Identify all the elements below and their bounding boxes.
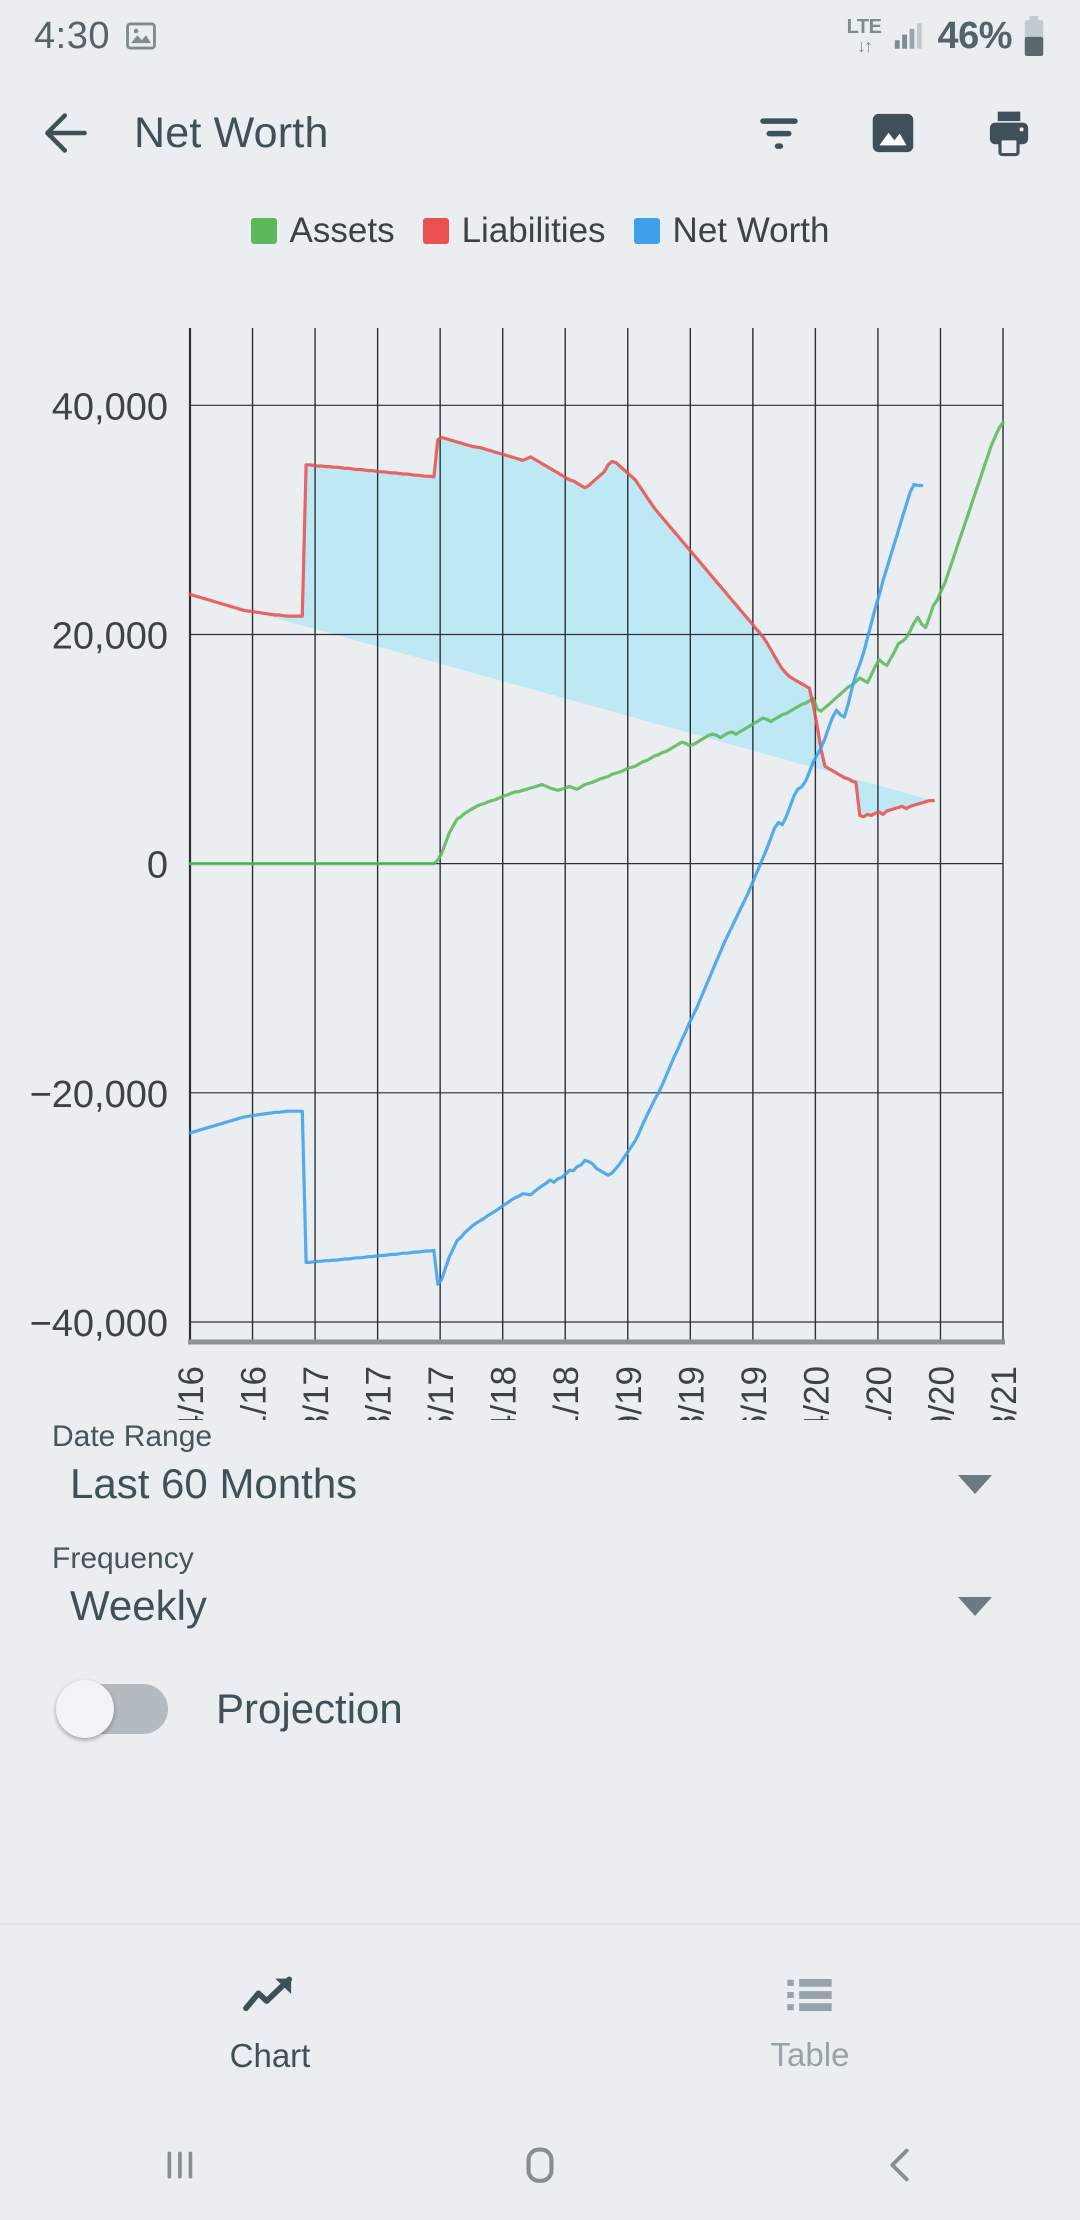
frequency-dropdown[interactable]: Weekly — [52, 1582, 1028, 1630]
svg-text:−40,000: −40,000 — [30, 1303, 168, 1345]
svg-text:1/19/19: 1/19/19 — [610, 1366, 649, 1420]
legend-swatch-net-worth — [633, 218, 660, 244]
recents-icon[interactable] — [0, 2142, 360, 2188]
trending-up-icon — [241, 1971, 299, 2019]
svg-text:3/14/20: 3/14/20 — [797, 1366, 836, 1420]
lte-icon: LTE ↓↑ — [846, 16, 882, 56]
svg-text:12/19/20: 12/19/20 — [922, 1366, 961, 1420]
print-icon[interactable] — [982, 106, 1036, 160]
tab-chart-label: Chart — [229, 2036, 311, 2074]
projection-row: Projection — [52, 1680, 1028, 1738]
back-arrow-icon[interactable] — [38, 105, 94, 161]
chart-legend: Assets Liabilities Net Worth — [0, 202, 1080, 260]
legend-item-assets: Assets — [250, 211, 395, 251]
status-bar-right: LTE ↓↑ 46% — [847, 15, 1046, 58]
home-icon[interactable] — [360, 2140, 720, 2190]
svg-text:−20,000: −20,000 — [30, 1074, 168, 1116]
svg-text:20,000: 20,000 — [52, 615, 168, 657]
svg-text:11/25/17: 11/25/17 — [422, 1366, 461, 1420]
chart-controls: Date Range Last 60 Months Frequency Week… — [0, 1420, 1080, 1738]
frequency-value: Weekly — [70, 1582, 207, 1629]
status-bar: 4:30 LTE ↓↑ 46% — [0, 0, 1080, 72]
filter-icon[interactable] — [754, 108, 804, 158]
date-range-label: Date Range — [52, 1420, 213, 1453]
legend-label-assets: Assets — [289, 211, 395, 250]
back-icon[interactable] — [720, 2142, 1080, 2188]
legend-swatch-liabilities — [422, 218, 449, 244]
svg-text:6/8/19: 6/8/19 — [672, 1366, 711, 1420]
svg-text:10/1/16: 10/1/16 — [235, 1366, 274, 1420]
svg-text:5/8/21: 5/8/21 — [985, 1366, 1024, 1420]
svg-text:4/14/18: 4/14/18 — [485, 1366, 524, 1420]
legend-label-net-worth: Net Worth — [672, 211, 830, 250]
list-icon — [784, 1972, 836, 2018]
svg-text:5/14/16: 5/14/16 — [172, 1366, 211, 1420]
legend-item-liabilities: Liabilities — [422, 211, 606, 251]
net-worth-chart[interactable]: 40,000 20,000 0 −20,000 −40,0005/14/16 10/1/1… — [0, 260, 1080, 1420]
frequency-label: Frequency — [52, 1542, 194, 1575]
date-range-dropdown[interactable]: Last 60 Months — [52, 1460, 1028, 1508]
legend-swatch-assets — [250, 218, 277, 244]
svg-text:40,000: 40,000 — [52, 386, 168, 428]
app-bar-actions — [754, 106, 1036, 160]
svg-text:2/18/17: 2/18/17 — [297, 1366, 336, 1420]
toggle-knob — [56, 1680, 114, 1738]
date-range-field: Date Range Last 60 Months — [52, 1420, 1028, 1508]
battery-percent: 46% — [937, 14, 1012, 57]
tab-table[interactable]: Table — [540, 1925, 1080, 2110]
frequency-field: Frequency Weekly — [52, 1542, 1028, 1630]
svg-text:8/1/20: 8/1/20 — [860, 1366, 899, 1420]
image-export-icon[interactable] — [866, 106, 920, 160]
status-time: 4:30 — [34, 14, 110, 57]
svg-text:0: 0 — [147, 845, 168, 887]
tab-table-label: Table — [770, 2035, 850, 2073]
projection-toggle[interactable] — [56, 1680, 168, 1738]
chevron-down-icon — [958, 1474, 992, 1494]
battery-icon — [1022, 16, 1046, 56]
legend-item-net-worth: Net Worth — [633, 211, 830, 251]
tab-chart[interactable]: Chart — [0, 1925, 540, 2110]
legend-label-liabilities: Liabilities — [461, 211, 606, 250]
image-icon — [124, 19, 158, 53]
page-title: Net Worth — [134, 108, 329, 157]
app-bar: Net Worth — [0, 72, 1080, 194]
android-nav-bar — [0, 2110, 1080, 2220]
date-range-value: Last 60 Months — [70, 1460, 358, 1507]
status-bar-left: 4:30 — [34, 15, 158, 58]
svg-text:10/26/19: 10/26/19 — [735, 1366, 774, 1420]
bottom-tab-bar: Chart Table — [0, 1923, 1080, 2110]
chevron-down-icon — [958, 1596, 992, 1616]
projection-label: Projection — [216, 1685, 403, 1732]
svg-text:7/8/17: 7/8/17 — [360, 1366, 399, 1420]
signal-icon — [891, 19, 927, 53]
svg-text:9/1/18: 9/1/18 — [547, 1366, 586, 1420]
